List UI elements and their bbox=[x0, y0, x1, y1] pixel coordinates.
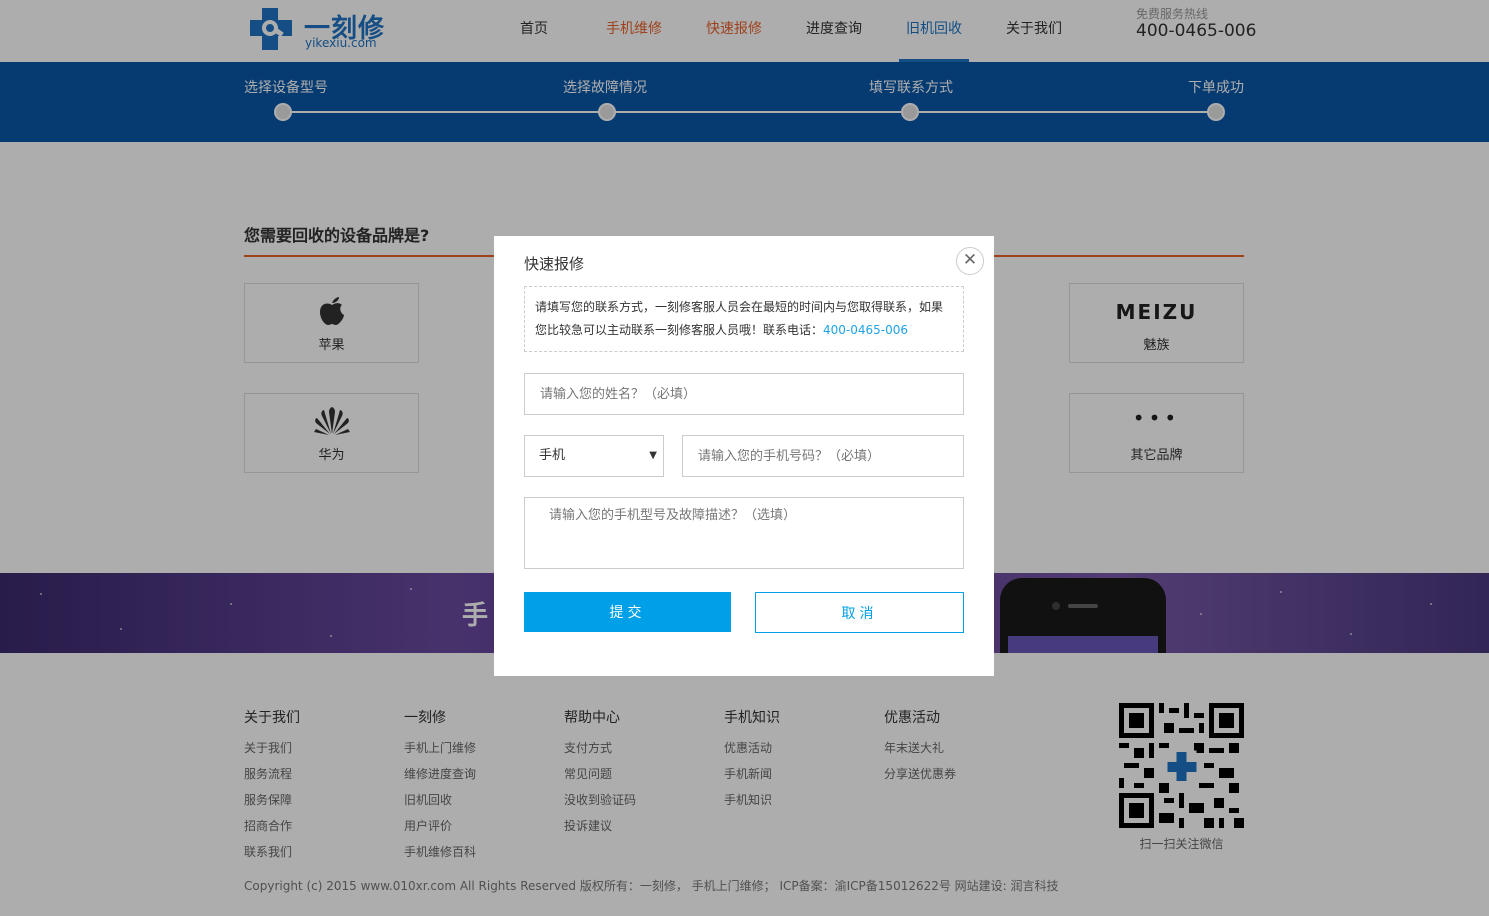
quick-repair-dialog: 快速报修 ✕ 请填写您的联系方式，一刻修客服人员会在最短的时间内与您取得联系，如… bbox=[494, 236, 994, 676]
device-type-select[interactable]: 手机 ▼ bbox=[524, 435, 664, 477]
cancel-button[interactable]: 取消 bbox=[755, 592, 964, 633]
dropdown-arrow-icon: ▼ bbox=[649, 450, 657, 461]
contact-notice: 请填写您的联系方式，一刻修客服人员会在最短的时间内与您取得联系，如果您比较急可以… bbox=[524, 286, 964, 352]
close-icon[interactable]: ✕ bbox=[956, 247, 984, 275]
dialog-title: 快速报修 bbox=[524, 255, 585, 273]
submit-button[interactable]: 提交 bbox=[524, 592, 731, 632]
device-type-value: 手机 bbox=[539, 448, 566, 463]
notice-phone-link[interactable]: 400-0465-006 bbox=[823, 323, 908, 337]
phone-input[interactable] bbox=[682, 435, 964, 477]
name-input[interactable] bbox=[524, 373, 964, 415]
description-input[interactable] bbox=[524, 497, 964, 569]
